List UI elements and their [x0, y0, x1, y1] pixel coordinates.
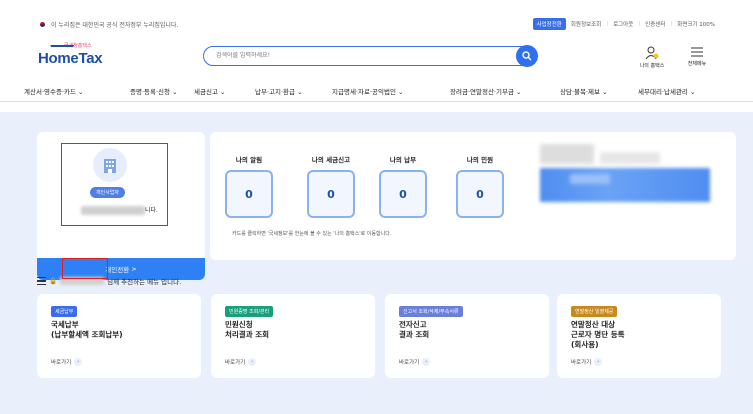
- nav-payment[interactable]: 납부·고지·환급 ⌄: [255, 86, 303, 96]
- tile-go-link[interactable]: 바로가기 ›: [571, 358, 603, 366]
- all-menu-label: 전체메뉴: [687, 61, 707, 67]
- recommend-title-text: 님께 추천하는 메뉴 입니다.: [107, 278, 182, 286]
- recommend-title: 🔒 님께 추천하는 메뉴 입니다.: [37, 276, 181, 286]
- nav-agent[interactable]: 세무대리·납세관리 ⌄: [638, 86, 695, 96]
- header: 국세청홈택스 HomeTax 나의 홈택스 전체메뉴: [0, 36, 753, 80]
- nav-certificate[interactable]: 증명·등록·신청 ⌄: [130, 86, 178, 96]
- tile-tag: 세금납부: [51, 306, 78, 317]
- chevron-right-icon: ›: [248, 358, 257, 366]
- all-menu-button[interactable]: 전체메뉴: [682, 46, 712, 74]
- stat-box-tax-report[interactable]: 0: [307, 170, 355, 218]
- main-nav: 계산서·영수증·카드 ⌄ 증명·등록·신청 ⌄ 세금신고 ⌄ 납부·고지·환급 …: [0, 80, 753, 102]
- tile-tag: 연말정산 일괄제공: [571, 306, 618, 317]
- tile-go-link[interactable]: 바로가기 ›: [51, 358, 83, 366]
- chevron-right-icon: ›: [422, 358, 431, 366]
- tile-tax-payment[interactable]: 세금납부 국세납부 (납부할세액 조회납부) 바로가기 ›: [37, 294, 201, 378]
- chevron-right-icon: ›: [74, 358, 83, 366]
- gov-notice: 이 누리집은 대한민국 공식 전자정부 누리집입니다.: [38, 20, 178, 29]
- gov-notice-text: 이 누리집은 대한민국 공식 전자정부 누리집입니다.: [51, 22, 179, 29]
- tile-go-link[interactable]: 바로가기 ›: [399, 358, 431, 366]
- logout-link[interactable]: 로그아웃: [613, 20, 633, 28]
- chevron-right-icon: ›: [594, 358, 603, 366]
- tile-title: 전자신고 결과 조회: [399, 320, 430, 339]
- utility-links: 사업장전환 회원정보조회 | 로그아웃 | 인증센터 | 화면크기 100%: [532, 18, 715, 30]
- tile-title: 민원신청 처리결과 조회: [225, 320, 270, 339]
- my-hometax-button[interactable]: 나의 홈택스: [637, 46, 667, 74]
- highlight-box-username: [62, 258, 108, 279]
- tile-title: 국세납부 (납부할세액 조회납부): [51, 320, 123, 339]
- taegeuk-icon: [38, 21, 47, 28]
- search-button[interactable]: [516, 45, 538, 67]
- stat-label-payment: 나의 납부: [389, 156, 417, 164]
- tile-go-link[interactable]: 바로가기 ›: [225, 358, 257, 366]
- tile-petition[interactable]: 민원증명 조회/관리 민원신청 처리결과 조회 바로가기 ›: [211, 294, 375, 378]
- list-icon: [37, 277, 46, 285]
- redacted-panel: [540, 144, 710, 216]
- tile-tag: 신고서 조회/삭제/부속서류: [399, 306, 463, 317]
- hometax-logo[interactable]: 국세청홈택스 HomeTax: [38, 42, 128, 76]
- search-bar: [203, 45, 538, 67]
- recommend-lock-icon: 🔒: [49, 277, 58, 285]
- screen-size-select[interactable]: 화면크기 100%: [677, 20, 715, 28]
- nav-incentive[interactable]: 장려금·연말정산·기부금 ⌄: [450, 86, 521, 96]
- stat-box-petition[interactable]: 0: [456, 170, 504, 218]
- business-switch-link[interactable]: 사업장전환: [532, 18, 566, 30]
- top-utility-bar: 이 누리집은 대한민국 공식 전자정부 누리집입니다. 사업장전환 회원정보조회…: [0, 14, 753, 36]
- nav-tax-report[interactable]: 세금신고 ⌄: [194, 86, 225, 96]
- nav-statement[interactable]: 지급명세·자료·공익법인 ⌄: [332, 86, 403, 96]
- tile-year-end[interactable]: 연말정산 일괄제공 연말정산 대상 근로자 명단 등록 (회사용) 바로가기 ›: [557, 294, 721, 378]
- nav-consult[interactable]: 상담·불복·제보 ⌄: [560, 86, 608, 96]
- stat-label-alerts: 나의 알림: [235, 156, 263, 164]
- hamburger-icon: [691, 47, 703, 57]
- stat-label-petition: 나의 민원: [466, 156, 494, 164]
- highlight-box-profile: [61, 143, 168, 226]
- member-info-link[interactable]: 회원정보조회: [571, 20, 601, 28]
- my-hometax-label: 나의 홈택스: [639, 63, 665, 69]
- stat-box-payment[interactable]: 0: [379, 170, 427, 218]
- tile-title: 연말정산 대상 근로자 명단 등록 (회사용): [571, 320, 625, 349]
- tile-e-report[interactable]: 신고서 조회/삭제/부속서류 전자신고 결과 조회 바로가기 ›: [385, 294, 549, 378]
- person-icon: [645, 46, 659, 60]
- status-note: 카드를 클릭하면 '국세정보'를 한눈에 볼 수 있는 '나의 홈택스'로 이동…: [232, 231, 392, 237]
- stat-label-tax-report: 나의 세금신고: [311, 156, 351, 164]
- stat-box-alerts[interactable]: 0: [225, 170, 273, 218]
- search-input[interactable]: [216, 52, 496, 59]
- nav-invoice[interactable]: 계산서·영수증·카드 ⌄: [24, 86, 84, 96]
- tile-tag: 민원증명 조회/관리: [225, 306, 274, 317]
- search-icon: [522, 51, 532, 61]
- cert-center-link[interactable]: 인증센터: [645, 20, 665, 28]
- logo-main: HomeTax: [38, 50, 103, 67]
- status-card: 나의 알림 0 나의 세금신고 0 나의 납부 0 나의 민원 0 카드를 클릭…: [210, 132, 736, 260]
